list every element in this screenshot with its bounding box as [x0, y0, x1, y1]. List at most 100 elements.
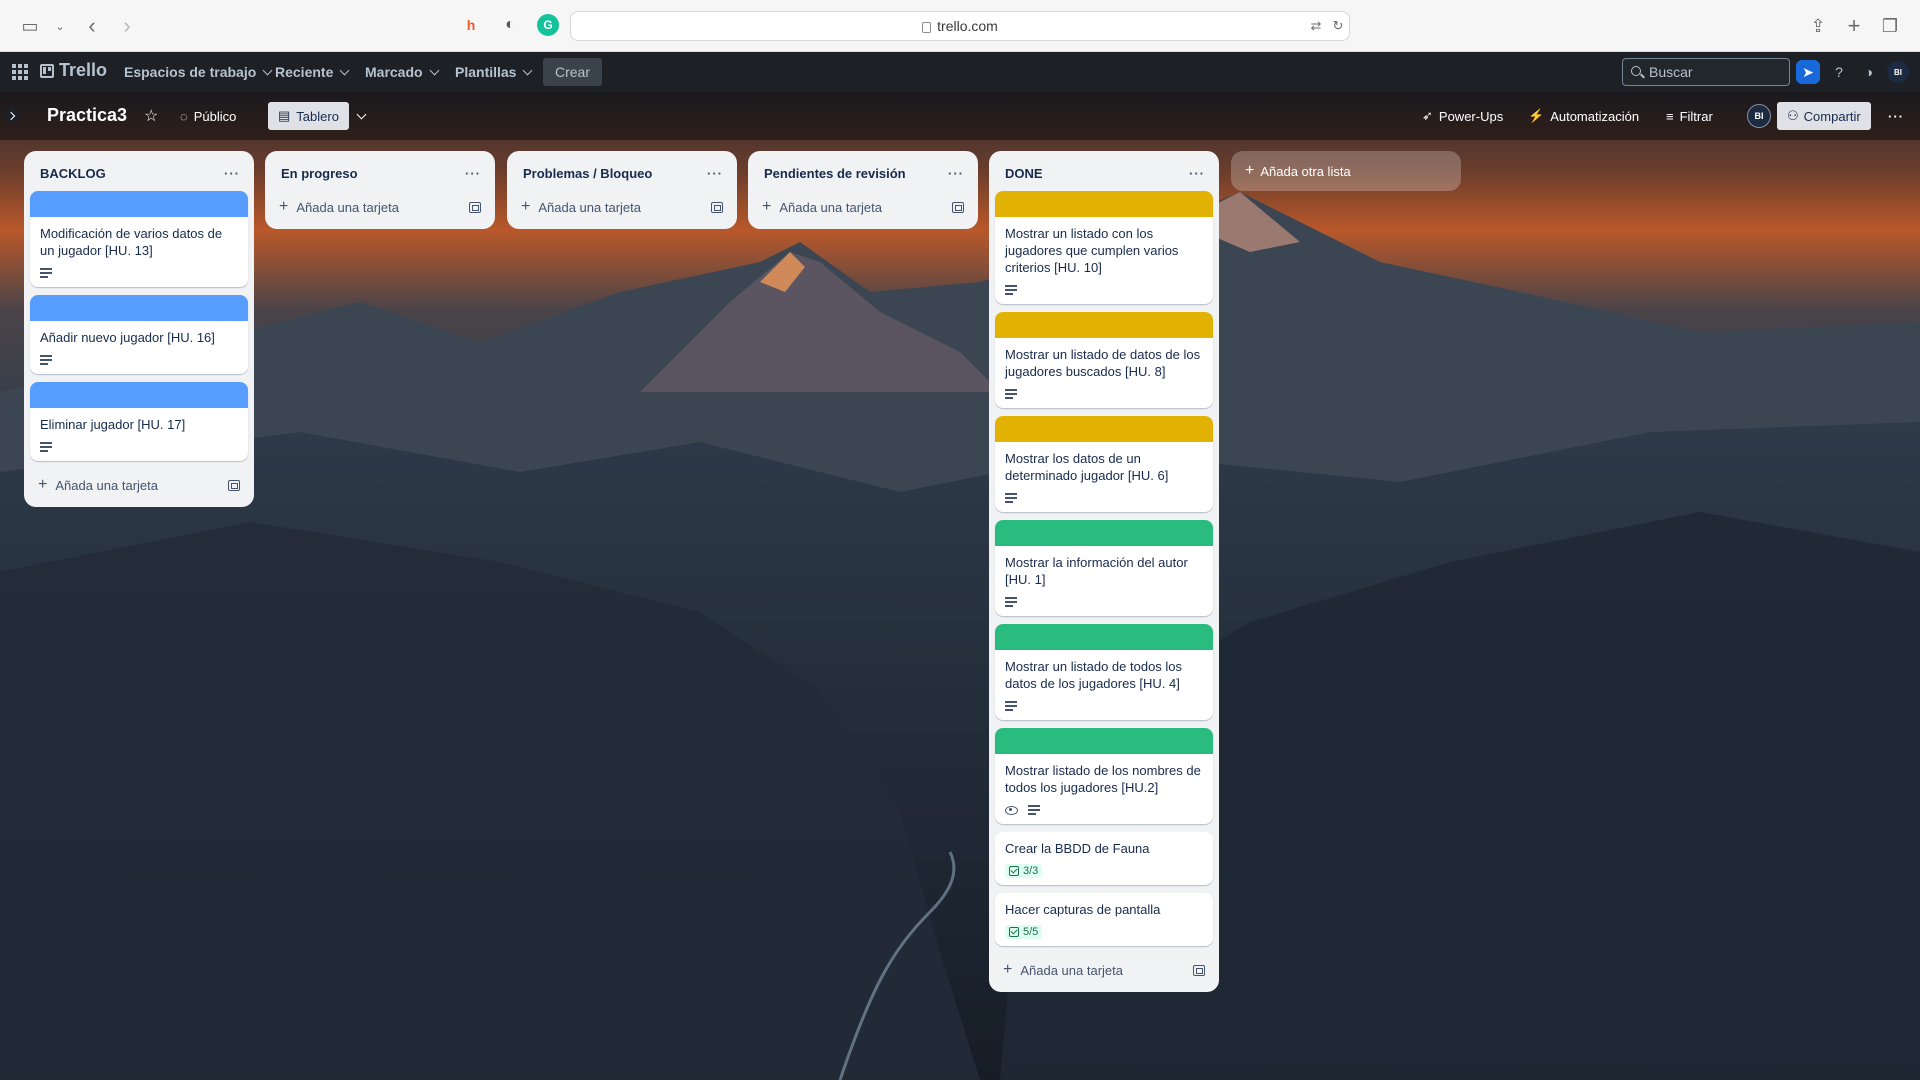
add-list-button[interactable]: + Añada otra lista — [1231, 151, 1461, 191]
description-icon — [1005, 701, 1017, 711]
help-icon[interactable]: ? — [1827, 60, 1851, 84]
member-avatar[interactable]: BI — [1747, 104, 1771, 128]
card[interactable]: Mostrar los datos de un determinado juga… — [995, 416, 1213, 512]
card-cover — [995, 520, 1213, 546]
list-menu-icon[interactable]: ··· — [948, 166, 964, 181]
board-view-label: Tablero — [296, 108, 339, 124]
automation-button[interactable]: ⚡ Automatización — [1522, 102, 1645, 130]
translate-icon[interactable]: ⇄ — [1304, 14, 1328, 38]
list-title[interactable]: Problemas / Bloqueo — [523, 166, 652, 181]
list-title[interactable]: BACKLOG — [40, 166, 106, 181]
share-label: Compartir — [1803, 108, 1861, 124]
forward-icon[interactable]: › — [115, 13, 139, 38]
visibility-button[interactable]: ◌ Público — [174, 102, 242, 130]
menu-starred[interactable]: Marcado — [365, 58, 440, 86]
card[interactable]: Eliminar jugador [HU. 17] — [30, 382, 248, 461]
trello-logo[interactable]: Trello — [40, 60, 107, 81]
card[interactable]: Mostrar un listado con los jugadores que… — [995, 191, 1213, 304]
card[interactable]: Mostrar listado de los nombres de todos … — [995, 728, 1213, 824]
add-card-button[interactable]: + Añada una tarjeta — [513, 191, 731, 223]
card-title: Crear la BBDD de Fauna — [1005, 841, 1150, 856]
add-card-button[interactable]: + Añada una tarjeta — [271, 191, 489, 223]
theme-toggle-icon[interactable]: ◑ — [1857, 60, 1881, 84]
account-avatar[interactable]: BI — [1887, 61, 1909, 83]
card[interactable]: Modificación de varios datos de un jugad… — [30, 191, 248, 287]
url-text: trello.com — [937, 18, 998, 34]
shield-extension-icon[interactable]: ◐ — [499, 14, 521, 36]
card[interactable]: Mostrar la información del autor [HU. 1] — [995, 520, 1213, 616]
create-from-template-icon[interactable] — [469, 201, 481, 213]
filter-button[interactable]: ≡ Filtrar — [1660, 102, 1719, 130]
add-card-button[interactable]: + Añada una tarjeta — [30, 469, 248, 501]
card-title: Añadir nuevo jugador [HU. 16] — [40, 330, 215, 345]
list-menu-icon[interactable]: ··· — [707, 166, 723, 181]
list-in-progress: En progreso ··· + Añada una tarjeta — [265, 151, 495, 229]
menu-workspaces[interactable]: Espacios de trabajo — [124, 58, 273, 86]
powerups-label: Power-Ups — [1438, 108, 1504, 124]
lightning-icon: ⚡ — [1528, 108, 1545, 123]
create-button[interactable]: Crear — [543, 58, 603, 86]
card[interactable]: Añadir nuevo jugador [HU. 16] — [30, 295, 248, 374]
search-icon — [1631, 66, 1641, 76]
star-board-button[interactable]: ☆ — [138, 102, 164, 130]
add-card-button[interactable]: + Añada una tarjeta — [995, 954, 1213, 986]
plus-icon: + — [1245, 162, 1255, 179]
board-menu-button[interactable]: ··· — [1882, 102, 1910, 130]
share-button[interactable]: ⚇ Compartir — [1777, 102, 1871, 130]
sidebar-toggle-icon[interactable]: ▭ — [18, 14, 42, 38]
list-title[interactable]: DONE — [1005, 166, 1043, 181]
description-icon — [40, 442, 52, 452]
card-cover — [995, 191, 1213, 217]
plus-icon: + — [521, 198, 531, 215]
list-title[interactable]: En progreso — [281, 166, 358, 181]
menu-templates[interactable]: Plantillas — [455, 58, 533, 86]
powerups-button[interactable]: ➶ Power-Ups — [1416, 102, 1509, 130]
description-icon — [1005, 597, 1017, 607]
back-icon[interactable]: ‹ — [80, 13, 104, 38]
create-from-template-icon[interactable] — [228, 479, 240, 491]
honey-extension-icon[interactable]: h — [460, 14, 482, 36]
card-cover — [995, 312, 1213, 338]
address-bar[interactable]: trello.com — [570, 11, 1350, 41]
card[interactable]: Mostrar un listado de datos de los jugad… — [995, 312, 1213, 408]
more-icon: ··· — [1888, 108, 1904, 124]
list-title[interactable]: Pendientes de revisión — [764, 166, 906, 181]
reload-icon[interactable]: ↻ — [1326, 14, 1350, 38]
visibility-label: Público — [193, 108, 237, 124]
list-header: Problemas / Bloqueo ··· — [513, 155, 731, 191]
card[interactable]: Crear la BBDD de Fauna 3/3 — [995, 832, 1213, 885]
card-cover — [995, 624, 1213, 650]
board-view-button[interactable]: ▤ Tablero — [268, 102, 349, 130]
list-menu-icon[interactable]: ··· — [224, 166, 240, 181]
share-icon[interactable]: ⇪ — [1806, 14, 1830, 38]
notifications-megaphone-icon[interactable]: ➤ — [1796, 60, 1820, 84]
checklist-icon — [1009, 866, 1019, 876]
add-card-button[interactable]: + Añada una tarjeta — [754, 191, 972, 223]
add-card-label: Añada una tarjeta — [779, 199, 882, 215]
card-title: Mostrar un listado de datos de los jugad… — [1005, 347, 1201, 379]
chevron-down-icon — [356, 109, 367, 120]
browser-toolbar: ▭ ⌄ ‹ › h ◐ G trello.com ⇄ ↻ ⇪ + ❐ — [0, 0, 1920, 52]
card[interactable]: Mostrar un listado de todos los datos de… — [995, 624, 1213, 720]
chevron-down-icon — [339, 65, 350, 75]
list-menu-icon[interactable]: ··· — [465, 166, 481, 181]
globe-icon: ◌ — [180, 108, 188, 124]
list-menu-icon[interactable]: ··· — [1189, 166, 1205, 181]
menu-recent[interactable]: Reciente — [275, 58, 350, 86]
views-dropdown-button[interactable] — [352, 102, 371, 130]
create-from-template-icon[interactable] — [1193, 964, 1205, 976]
card[interactable]: Hacer capturas de pantalla 5/5 — [995, 893, 1213, 946]
app-switcher-icon[interactable] — [12, 64, 28, 80]
new-tab-icon[interactable]: + — [1842, 13, 1866, 38]
tabs-overview-icon[interactable]: ❐ — [1878, 14, 1902, 38]
expand-sidebar-icon[interactable] — [4, 108, 20, 124]
create-from-template-icon[interactable] — [952, 201, 964, 213]
chevron-down-icon[interactable]: ⌄ — [48, 14, 72, 38]
search-input[interactable]: Buscar — [1622, 58, 1790, 86]
create-from-template-icon[interactable] — [711, 201, 723, 213]
checklist-icon — [1009, 927, 1019, 937]
plus-icon: + — [1003, 961, 1013, 978]
card-cover — [995, 728, 1213, 754]
grammarly-extension-icon[interactable]: G — [537, 14, 559, 36]
board-title[interactable]: Practica3 — [47, 105, 127, 126]
